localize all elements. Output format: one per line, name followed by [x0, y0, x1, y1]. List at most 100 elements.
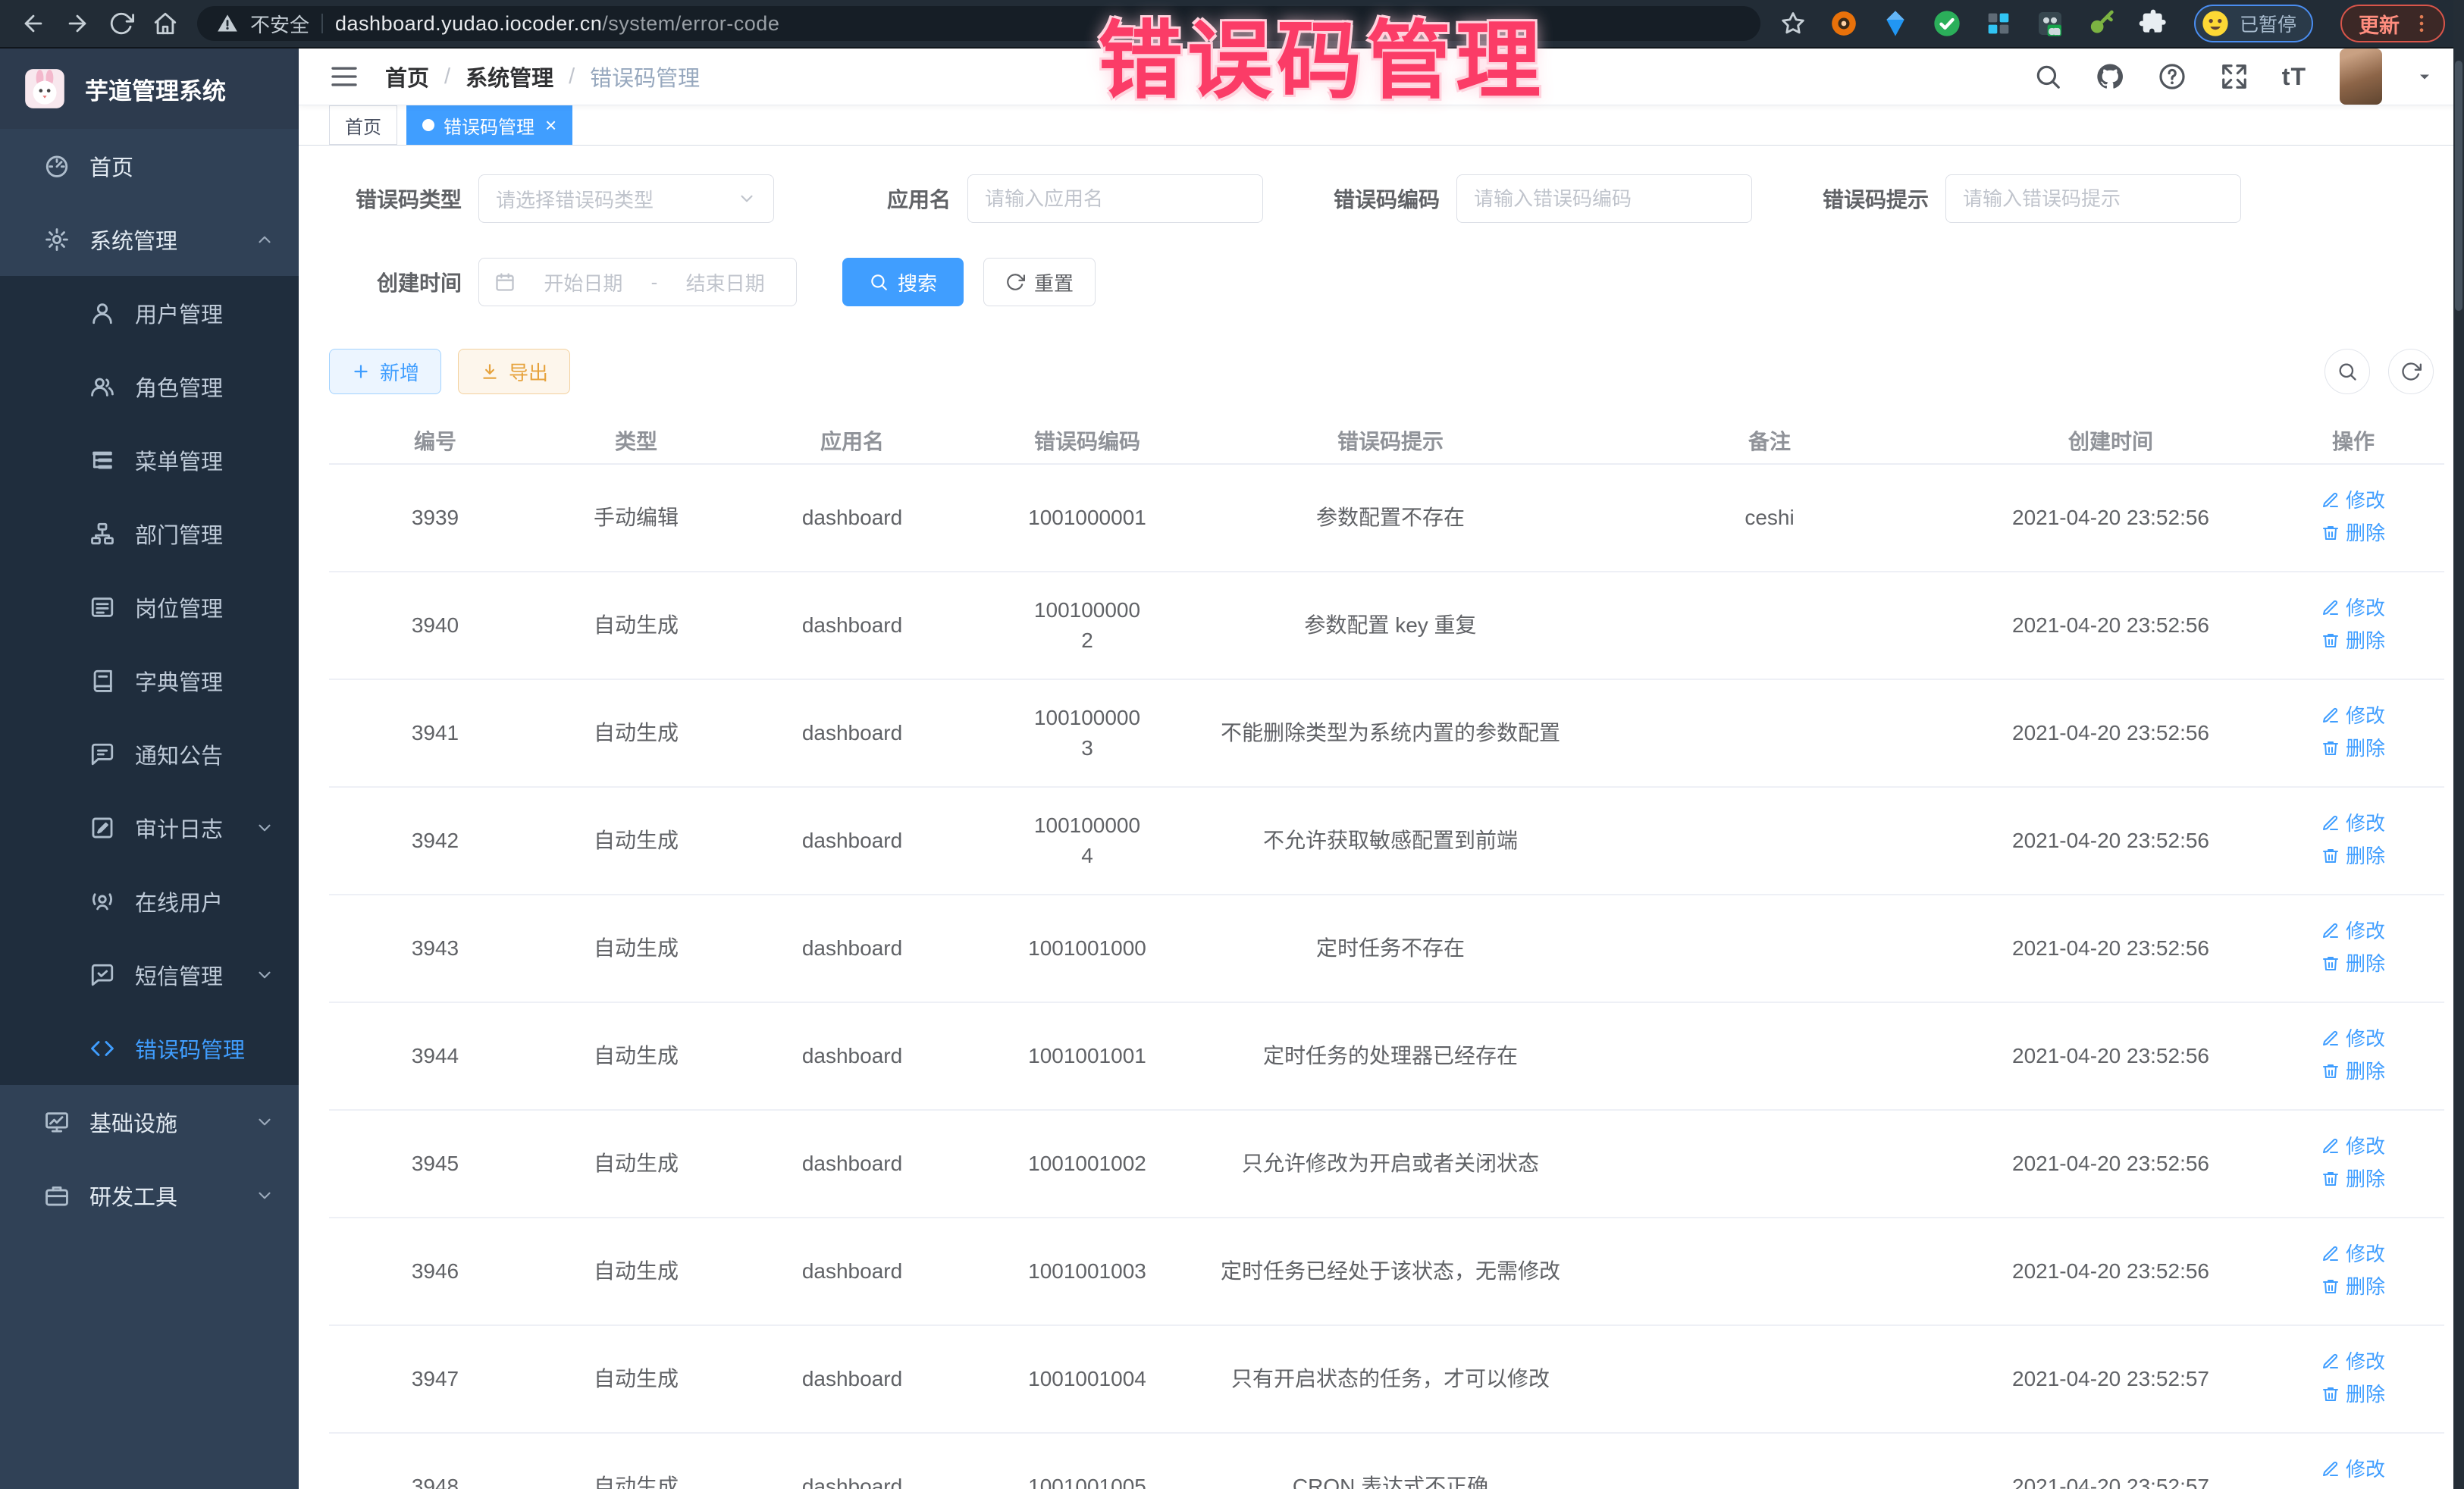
edit-icon: [2321, 1245, 2340, 1263]
sidebar: 芋道管理系统 首页系统管理用户管理角色管理菜单管理部门管理岗位管理字典管理通知公…: [0, 49, 299, 1489]
delete-icon: [2321, 524, 2340, 542]
tag-0[interactable]: 首页: [329, 105, 397, 145]
reload-button[interactable]: [105, 7, 138, 40]
sidebar-item-6[interactable]: 岗位管理: [0, 570, 299, 644]
search-icon[interactable]: [2033, 62, 2062, 91]
search-button[interactable]: 搜索: [842, 258, 964, 306]
cell-actions: 修改删除: [2262, 1002, 2444, 1110]
font-size-icon[interactable]: tT: [2282, 63, 2306, 91]
cell-remark: [1580, 1325, 1959, 1433]
back-button[interactable]: [17, 7, 50, 40]
sidebar-item-13[interactable]: 基础设施: [0, 1085, 299, 1158]
edit-icon: [2321, 1460, 2340, 1478]
delete-link[interactable]: 删除: [2321, 1379, 2385, 1409]
type-filter-select[interactable]: 请选择错误码类型: [478, 174, 774, 223]
sidebar-item-12[interactable]: 错误码管理: [0, 1011, 299, 1085]
sidebar-item-9[interactable]: 审计日志: [0, 791, 299, 864]
address-bar[interactable]: 不安全 dashboard.yudao.iocoder.cn/system/er…: [197, 6, 1760, 41]
fullscreen-icon[interactable]: [2220, 62, 2249, 91]
cell-time: 2021-04-20 23:52:57: [1959, 1433, 2262, 1489]
edit-link[interactable]: 修改: [2321, 1346, 2385, 1377]
monkey-on-extension-icon[interactable]: on: [2035, 8, 2065, 39]
delete-link[interactable]: 删除: [2321, 625, 2385, 656]
refresh-table-button[interactable]: [2388, 349, 2434, 394]
calendar-icon: [494, 271, 516, 293]
add-button[interactable]: 新增: [329, 349, 441, 394]
help-icon[interactable]: [2158, 62, 2187, 91]
delete-link[interactable]: 删除: [2321, 518, 2385, 548]
grid-extension-icon[interactable]: [1983, 8, 2014, 39]
cell-app: dashboard: [731, 1002, 973, 1110]
green-check-extension-icon[interactable]: [1932, 8, 1962, 39]
table-row: 3944自动生成dashboard1001001001定时任务的处理器已经存在2…: [329, 1002, 2444, 1110]
puzzle-extensions-icon[interactable]: [2138, 8, 2168, 39]
code-filter-input[interactable]: [1456, 174, 1752, 223]
sidebar-item-4[interactable]: 菜单管理: [0, 423, 299, 497]
scrollbar[interactable]: [2453, 0, 2464, 1489]
update-label: 更新: [2359, 9, 2400, 39]
home-button[interactable]: [149, 7, 182, 40]
edit-link[interactable]: 修改: [2321, 1023, 2385, 1054]
cell-remark: ceshi: [1580, 464, 1959, 572]
sidebar-item-2[interactable]: 用户管理: [0, 276, 299, 350]
sidebar-item-1[interactable]: 系统管理: [0, 202, 299, 276]
edit-link[interactable]: 修改: [2321, 485, 2385, 516]
date-range-picker[interactable]: 开始日期 - 结束日期: [478, 258, 797, 306]
location-extension-icon[interactable]: [1880, 8, 1911, 39]
github-icon[interactable]: [2096, 62, 2124, 91]
tag-1[interactable]: 错误码管理×: [406, 105, 572, 145]
page-content: 错误码类型 请选择错误码类型 应用名 错误码编码 错误码提示: [299, 146, 2464, 1489]
delete-link[interactable]: 删除: [2321, 948, 2385, 979]
edit-link[interactable]: 修改: [2321, 916, 2385, 946]
hint-filter-input[interactable]: [1945, 174, 2241, 223]
browser-update-button[interactable]: 更新: [2340, 5, 2445, 42]
export-button[interactable]: 导出: [458, 349, 570, 394]
edit-link[interactable]: 修改: [2321, 808, 2385, 839]
table-row: 3940自动生成dashboard1001000002参数配置 key 重复20…: [329, 572, 2444, 679]
sidebar-item-11[interactable]: 短信管理: [0, 938, 299, 1011]
logo-bunny-icon: [21, 65, 68, 112]
sidebar-item-8[interactable]: 通知公告: [0, 717, 299, 791]
cell-id: 3940: [329, 572, 541, 679]
sidebar-logo[interactable]: 芋道管理系统: [0, 49, 299, 129]
toggle-search-button[interactable]: [2324, 349, 2370, 394]
green-key-extension-icon[interactable]: [2086, 8, 2117, 39]
orange-extension-icon[interactable]: [1829, 8, 1859, 39]
error-code-table: 编号类型应用名错误码编码错误码提示备注创建时间操作 3939手动编辑dashbo…: [329, 417, 2444, 1489]
scrollbar-thumb[interactable]: [2455, 61, 2462, 311]
filter-row-2: 创建时间 开始日期 - 结束日期 搜索 重置: [329, 258, 2434, 306]
sidebar-item-5[interactable]: 部门管理: [0, 497, 299, 570]
sidebar-item-0[interactable]: 首页: [0, 129, 299, 202]
caret-down-icon[interactable]: [2415, 67, 2434, 86]
app-filter-input[interactable]: [967, 174, 1263, 223]
delete-link[interactable]: 删除: [2321, 841, 2385, 871]
edit-link[interactable]: 修改: [2321, 593, 2385, 623]
sidebar-item-3[interactable]: 角色管理: [0, 350, 299, 423]
sidebar-item-7[interactable]: 字典管理: [0, 644, 299, 717]
hamburger-icon[interactable]: [329, 61, 359, 92]
chevron-down-icon: [255, 1112, 274, 1132]
breadcrumb-item-1[interactable]: 系统管理: [466, 61, 553, 92]
breadcrumb-item-0[interactable]: 首页: [385, 61, 429, 92]
edit-link[interactable]: 修改: [2321, 1131, 2385, 1161]
browser-profile-chip[interactable]: 已暂停: [2194, 5, 2313, 42]
delete-link[interactable]: 删除: [2321, 1271, 2385, 1302]
edit-icon: [2321, 922, 2340, 940]
type-filter-label: 错误码类型: [329, 183, 462, 214]
close-icon[interactable]: ×: [545, 115, 556, 135]
sidebar-item-14[interactable]: 研发工具: [0, 1158, 299, 1232]
bookmark-star-icon[interactable]: [1780, 11, 1806, 36]
delete-link[interactable]: 删除: [2321, 1056, 2385, 1086]
edit-link[interactable]: 修改: [2321, 701, 2385, 731]
edit-link[interactable]: 修改: [2321, 1454, 2385, 1484]
user-avatar[interactable]: [2340, 49, 2382, 105]
edit-link[interactable]: 修改: [2321, 1239, 2385, 1269]
delete-link[interactable]: 删除: [2321, 1164, 2385, 1194]
delete-link[interactable]: 删除: [2321, 733, 2385, 763]
delete-icon: [2321, 739, 2340, 757]
menu-dots-icon[interactable]: [2410, 12, 2433, 35]
sidebar-item-10[interactable]: 在线用户: [0, 864, 299, 938]
reset-button[interactable]: 重置: [983, 258, 1096, 306]
forward-button[interactable]: [61, 7, 94, 40]
column-header-3: 错误码编码: [973, 417, 1201, 464]
